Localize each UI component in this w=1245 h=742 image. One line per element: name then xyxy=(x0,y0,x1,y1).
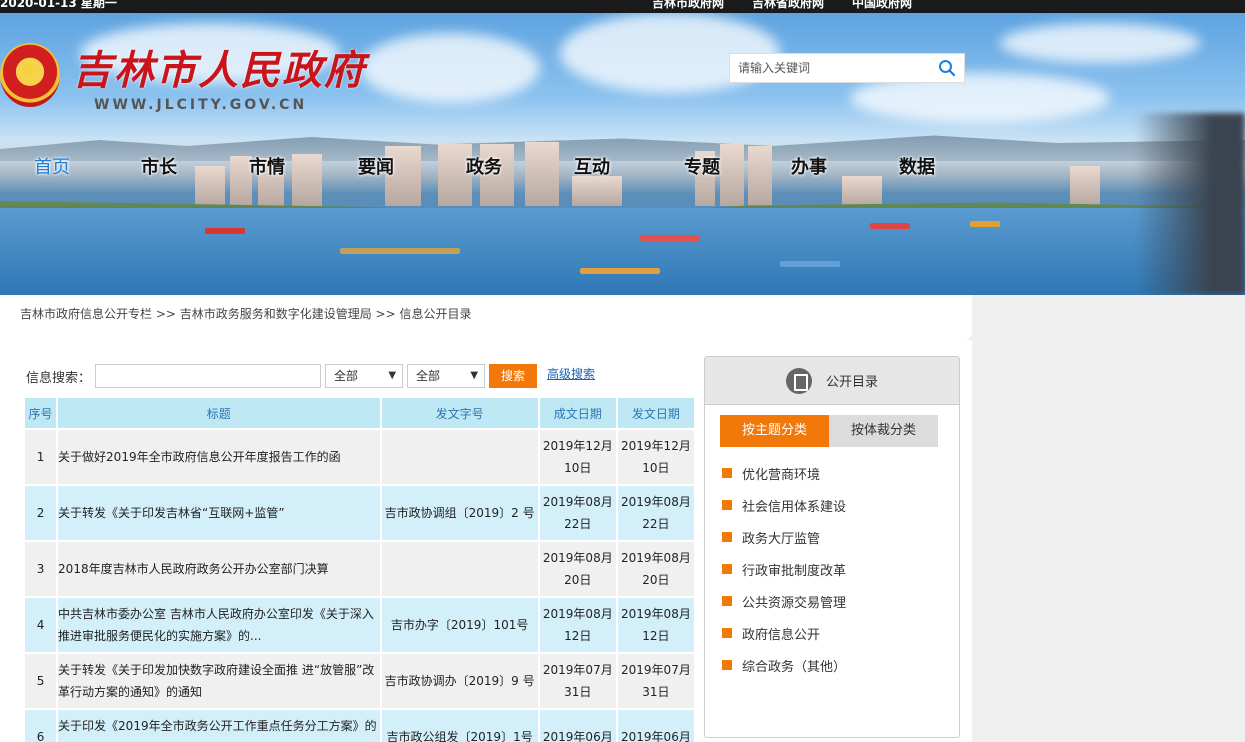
catalog-panel-title: 公开目录 xyxy=(825,375,878,390)
dropdown-arrow-icon: ▼ xyxy=(470,370,479,381)
site-search-input[interactable] xyxy=(730,54,930,82)
table-row: 4 中共吉林市委办公室 吉林市人民政府办公室印发《关于深入推进审批服务便民化的实… xyxy=(25,596,696,652)
category-list: 优化营商环境 社会信用体系建设 政务大厅监管 行政审批制度改革 公共资源交易管理… xyxy=(722,457,846,681)
nav-interaction[interactable]: 互动 xyxy=(574,153,610,179)
type-select[interactable]: 全部 ▼ xyxy=(407,364,486,388)
breadcrumb[interactable]: 吉林市政府信息公开专栏 >> 吉林市政务服务和数字化建设管理局 >> 信息公开目… xyxy=(20,305,471,322)
logo-url: WWW.JLCITY.GOV.CN xyxy=(94,97,308,113)
tab-by-genre[interactable]: 按体裁分类 xyxy=(829,415,938,447)
document-title-link[interactable]: 中共吉林市委办公室 吉林市人民政府办公室印发《关于深入推进审批服务便民化的实施方… xyxy=(58,596,382,652)
tab-by-topic[interactable]: 按主题分类 xyxy=(720,415,829,447)
nav-data[interactable]: 数据 xyxy=(899,153,935,179)
main-nav: 首页 市长 市情 要闻 政务 互动 专题 办事 数据 xyxy=(0,153,1000,181)
table-row: 5 关于转发《关于印发加快数字政府建设全面推 进“放管服”改革行动方案的通知》的… xyxy=(25,652,696,708)
list-item[interactable]: 行政审批制度改革 xyxy=(722,553,846,585)
document-title-link[interactable]: 关于做好2019年全市政府信息公开年度报告工作的函 xyxy=(58,428,382,484)
list-item[interactable]: 公共资源交易管理 xyxy=(722,585,846,617)
bullet-square-icon xyxy=(722,532,732,542)
table-row: 6 关于印发《2019年全市政务公开工作重点任务分工方案》的通知 吉市政公组发〔… xyxy=(25,708,696,742)
col-header-title: 标题 xyxy=(58,398,382,428)
site-logo[interactable]: 吉林市人民政府 WWW.JLCITY.GOV.CN xyxy=(0,43,366,123)
advanced-search-link[interactable]: 高级搜索 xyxy=(547,365,595,382)
nav-government-affairs[interactable]: 政务 xyxy=(466,153,502,179)
document-title-link[interactable]: 关于转发《关于印发吉林省“互联网+监管” xyxy=(58,484,382,540)
national-emblem-icon xyxy=(0,43,60,107)
link-jilin-province-gov[interactable]: 吉林省政府网 xyxy=(752,0,824,10)
catalog-tabs: 按主题分类 按体裁分类 xyxy=(720,415,938,447)
document-edit-icon xyxy=(785,367,812,394)
top-links: 吉林市政府网 吉林省政府网 中国政府网 xyxy=(652,0,912,10)
list-item[interactable]: 优化营商环境 xyxy=(722,457,846,489)
list-item[interactable]: 社会信用体系建设 xyxy=(722,489,846,521)
link-jilin-city-gov[interactable]: 吉林市政府网 xyxy=(652,0,724,10)
info-search-label: 信息搜索： xyxy=(26,370,92,386)
info-search-input[interactable] xyxy=(95,364,322,388)
breadcrumb-area: 吉林市政府信息公开专栏 >> 吉林市政务服务和数字化建设管理局 >> 信息公开目… xyxy=(0,295,972,340)
document-title-link[interactable]: 关于印发《2019年全市政务公开工作重点任务分工方案》的通知 xyxy=(58,708,382,742)
table-row: 1 关于做好2019年全市政府信息公开年度报告工作的函 2019年12月10日 … xyxy=(25,428,696,484)
logo-title: 吉林市人民政府 xyxy=(72,47,366,94)
nav-services[interactable]: 办事 xyxy=(791,153,827,179)
bullet-square-icon xyxy=(722,500,732,510)
category-select[interactable]: 全部 ▼ xyxy=(325,364,404,388)
bullet-square-icon xyxy=(722,564,732,574)
col-header-made-date: 成文日期 xyxy=(539,398,618,428)
nav-mayor[interactable]: 市长 xyxy=(141,153,177,179)
dropdown-arrow-icon: ▼ xyxy=(388,370,397,381)
list-item[interactable]: 政府信息公开 xyxy=(722,617,846,649)
table-row: 3 2018年度吉林市人民政府政务公开办公室部门决算 2019年08月20日 2… xyxy=(25,540,696,596)
search-icon[interactable] xyxy=(938,59,956,77)
current-date: 2020-01-13 星期一 xyxy=(0,0,117,10)
nav-news[interactable]: 要闻 xyxy=(358,153,394,179)
document-title-link[interactable]: 关于转发《关于印发加快数字政府建设全面推 进“放管服”改革行动方案的通知》的通知 xyxy=(58,652,382,708)
nav-home[interactable]: 首页 xyxy=(34,153,70,179)
main-content: 信息搜索： 全部 ▼ 全部 ▼ 搜索 高级搜索 序号 标题 发文字号 成文日期 … xyxy=(0,340,972,742)
list-item[interactable]: 综合政务（其他） xyxy=(722,649,846,681)
col-header-number: 序号 xyxy=(25,398,59,428)
document-table: 序号 标题 发文字号 成文日期 发文日期 1 关于做好2019年全市政府信息公开… xyxy=(25,398,696,742)
link-china-gov[interactable]: 中国政府网 xyxy=(852,0,912,10)
search-button[interactable]: 搜索 xyxy=(489,364,538,388)
header-banner: 吉林市人民政府 WWW.JLCITY.GOV.CN 首页 市长 市情 要闻 政务… xyxy=(0,13,1245,295)
bullet-square-icon xyxy=(722,596,732,606)
top-bar: 2020-01-13 星期一 吉林市政府网 吉林省政府网 中国政府网 xyxy=(0,0,1245,13)
info-search-bar: 信息搜索： 全部 ▼ 全部 ▼ 搜索 高级搜索 xyxy=(26,364,595,388)
col-header-issue-date: 发文日期 xyxy=(617,398,696,428)
document-title-link[interactable]: 2018年度吉林市人民政府政务公开办公室部门决算 xyxy=(58,540,382,596)
catalog-panel: 公开目录 按主题分类 按体裁分类 优化营商环境 社会信用体系建设 政务大厅监管 … xyxy=(704,356,960,738)
bullet-square-icon xyxy=(722,468,732,478)
list-item[interactable]: 政务大厅监管 xyxy=(722,521,846,553)
catalog-panel-header: 公开目录 xyxy=(705,357,959,405)
bullet-square-icon xyxy=(722,660,732,670)
site-search xyxy=(729,53,965,83)
nav-topics[interactable]: 专题 xyxy=(684,153,720,179)
col-header-doc-number: 发文字号 xyxy=(381,398,540,428)
table-row: 2 关于转发《关于印发吉林省“互联网+监管” 吉市政协调组〔2019〕2 号 2… xyxy=(25,484,696,540)
nav-city-info[interactable]: 市情 xyxy=(249,153,285,179)
bullet-square-icon xyxy=(722,628,732,638)
